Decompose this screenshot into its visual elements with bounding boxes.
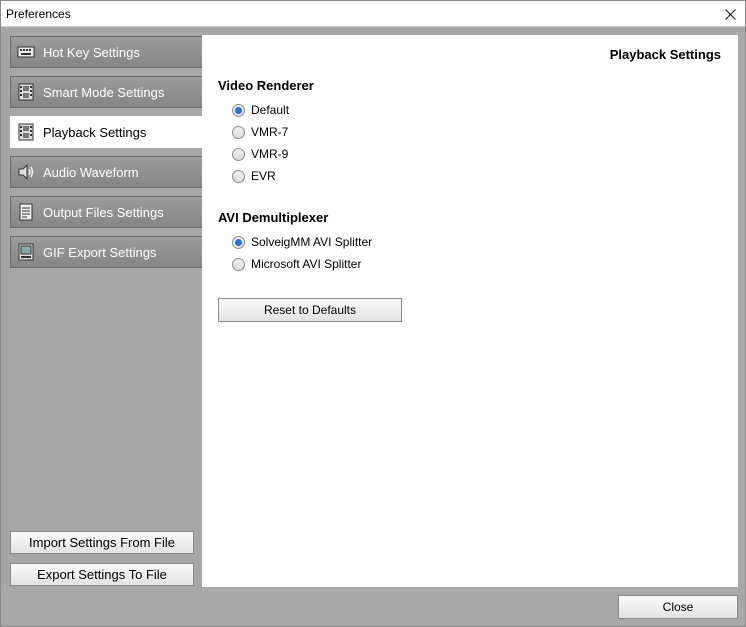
radio-video-evr[interactable]: EVR [232, 168, 276, 184]
window-title: Preferences [6, 7, 71, 21]
close-button[interactable]: Close [618, 595, 738, 619]
speaker-icon [16, 162, 36, 182]
radio-label: EVR [251, 169, 276, 183]
radio-label: Microsoft AVI Splitter [251, 257, 362, 271]
gif-icon [16, 242, 36, 262]
radio-avi-solveigmm[interactable]: SolveigMM AVI Splitter [232, 234, 372, 250]
sidebar-item-label: Output Files Settings [43, 204, 164, 220]
sidebar-item-playback-settings[interactable]: Playback Settings [10, 116, 203, 148]
radio-button[interactable] [232, 103, 245, 117]
panel-title: Playback Settings [609, 47, 721, 62]
radio-avi-microsoft[interactable]: Microsoft AVI Splitter [232, 256, 361, 272]
document-icon [16, 202, 36, 222]
avi-demultiplexer-label: AVI Demultiplexer [218, 210, 329, 225]
sidebar-item-hot-key-settings[interactable]: Hot Key Settings [10, 36, 203, 68]
radio-button[interactable] [232, 235, 245, 249]
sidebar-item-label: GIF Export Settings [43, 244, 157, 260]
radio-label: Default [251, 103, 290, 117]
title-bar: Preferences [1, 1, 745, 27]
radio-video-vmr7[interactable]: VMR-7 [232, 124, 288, 140]
import-settings-button[interactable]: Import Settings From File [10, 531, 194, 554]
radio-button[interactable] [232, 147, 245, 161]
radio-button[interactable] [232, 125, 245, 139]
sidebar-item-audio-waveform[interactable]: Audio Waveform [10, 156, 203, 188]
radio-video-vmr9[interactable]: VMR-9 [232, 146, 288, 162]
close-icon [724, 8, 736, 20]
sidebar-item-gif-export-settings[interactable]: GIF Export Settings [10, 236, 203, 268]
film-icon [16, 122, 36, 142]
reset-to-defaults-button[interactable]: Reset to Defaults [218, 298, 402, 322]
sidebar: Hot Key Settings Smart Mode Settings Pla… [1, 28, 203, 587]
radio-label: VMR-7 [251, 125, 289, 139]
film-icon [16, 82, 36, 102]
sidebar-item-label: Hot Key Settings [43, 44, 140, 60]
playback-settings-panel: Playback Settings Video Renderer Default… [202, 35, 738, 587]
radio-label: SolveigMM AVI Splitter [251, 235, 373, 249]
export-settings-button[interactable]: Export Settings To File [10, 563, 194, 586]
preferences-window: Preferences Hot Key Settings Smart Mode … [0, 0, 746, 627]
keyboard-icon [16, 42, 36, 62]
sidebar-item-label: Smart Mode Settings [43, 84, 165, 100]
window-close-button[interactable] [715, 1, 745, 27]
radio-button[interactable] [232, 257, 245, 271]
video-renderer-label: Video Renderer [218, 78, 314, 93]
radio-video-default[interactable]: Default [232, 102, 289, 118]
sidebar-item-smart-mode-settings[interactable]: Smart Mode Settings [10, 76, 203, 108]
radio-button[interactable] [232, 169, 245, 183]
sidebar-item-label: Audio Waveform [43, 164, 139, 180]
sidebar-item-output-files-settings[interactable]: Output Files Settings [10, 196, 203, 228]
radio-label: VMR-9 [251, 147, 289, 161]
sidebar-item-label: Playback Settings [43, 124, 147, 140]
